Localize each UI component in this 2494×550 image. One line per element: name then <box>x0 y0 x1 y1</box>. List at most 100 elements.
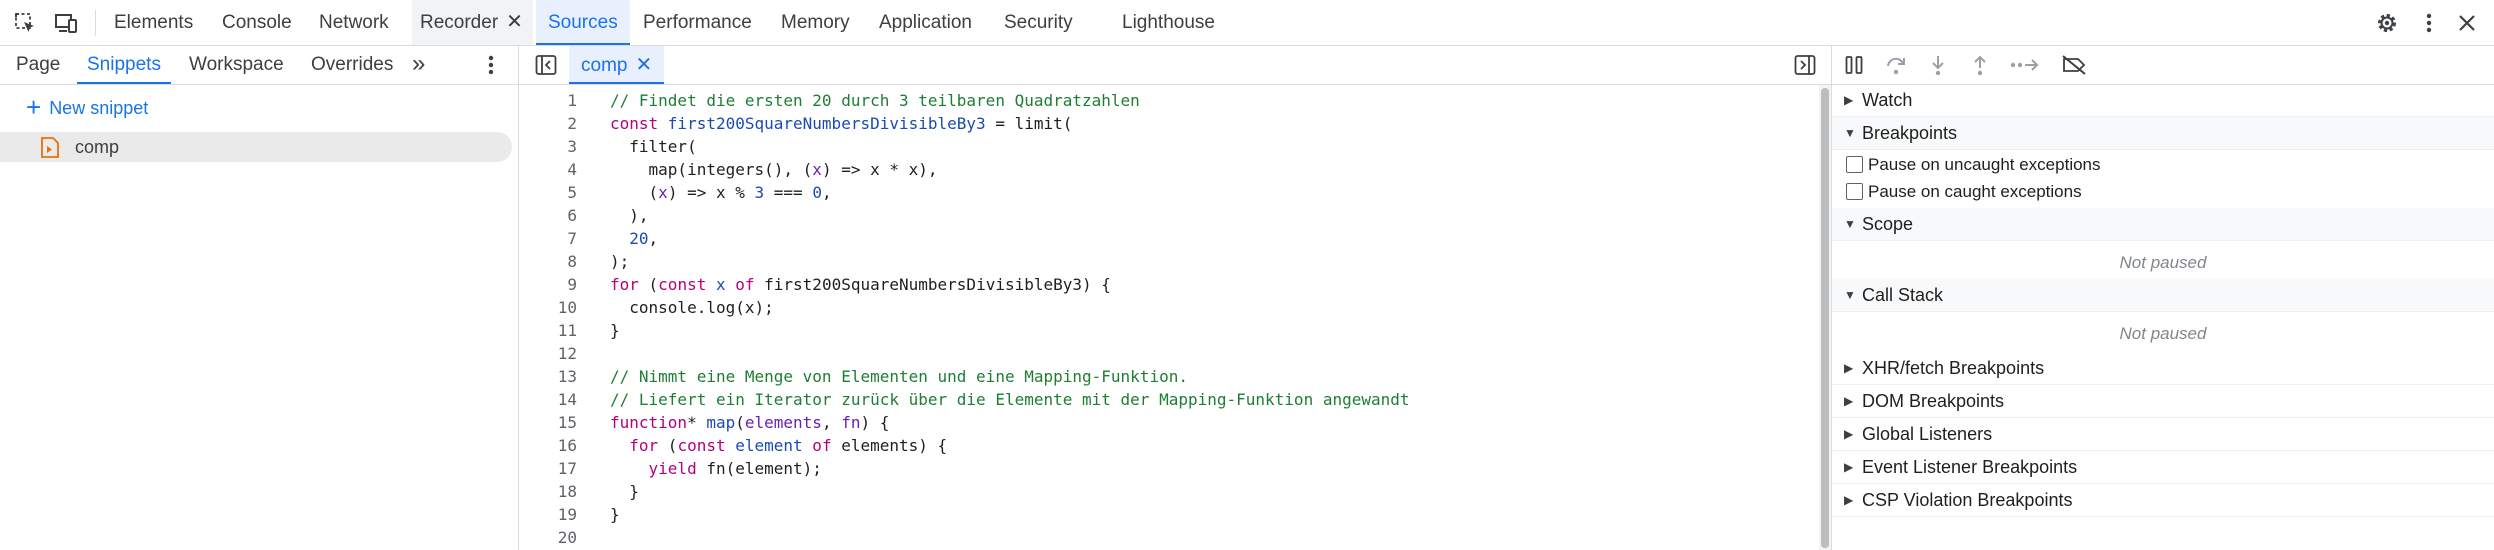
section-xhr-breakpoints[interactable]: ▶ XHR/fetch Breakpoints <box>1832 352 2494 385</box>
section-event-listener-breakpoints[interactable]: ▶ Event Listener Breakpoints <box>1832 451 2494 484</box>
line-number[interactable]: 13 <box>519 365 577 388</box>
more-options-icon[interactable] <box>2417 11 2441 35</box>
tab-snippets[interactable]: Snippets <box>77 46 171 84</box>
line-source: console.log(x); <box>610 296 774 319</box>
line-number[interactable]: 9 <box>519 273 577 296</box>
code-token: , <box>821 183 832 202</box>
deactivate-breakpoints-icon[interactable] <box>2060 53 2088 77</box>
code-line[interactable]: 2 const first200SquareNumbersDivisibleBy3… <box>519 112 1809 135</box>
tab-security[interactable]: Security <box>1004 0 1073 45</box>
line-number[interactable]: 1 <box>519 89 577 112</box>
pause-caught-checkbox[interactable] <box>1846 183 1863 200</box>
step-over-icon[interactable] <box>1884 53 1908 77</box>
tab-sources[interactable]: Sources <box>536 0 630 45</box>
device-toolbar-icon[interactable] <box>54 11 78 35</box>
pause-uncaught-row[interactable]: Pause on uncaught exceptions <box>1832 152 2494 178</box>
tab-application[interactable]: Application <box>879 0 972 45</box>
section-dom-breakpoints[interactable]: ▶ DOM Breakpoints <box>1832 385 2494 418</box>
devtools-toolbar: Elements Console Network Recorder ✕ Sourc… <box>0 0 2494 46</box>
line-number[interactable]: 19 <box>519 503 577 526</box>
code-line[interactable]: 7 20, <box>519 227 1809 250</box>
code-token: 0 <box>812 183 822 202</box>
line-number[interactable]: 10 <box>519 296 577 319</box>
more-tabs-chevron-icon[interactable]: » <box>412 46 425 84</box>
section-csp-title: CSP Violation Breakpoints <box>1862 490 2073 510</box>
line-number[interactable]: 20 <box>519 526 577 549</box>
line-number[interactable]: 7 <box>519 227 577 250</box>
new-snippet-button[interactable]: + New snippet <box>26 92 148 122</box>
tab-lighthouse[interactable]: Lighthouse <box>1122 0 1215 45</box>
line-number[interactable]: 18 <box>519 480 577 503</box>
code-line[interactable]: 19} <box>519 503 1809 526</box>
code-line[interactable]: 3 filter( <box>519 135 1809 158</box>
navigator-menu-icon[interactable] <box>488 54 494 81</box>
line-number[interactable]: 3 <box>519 135 577 158</box>
code-line[interactable]: 13 // Nimmt eine Menge von Elementen und … <box>519 365 1809 388</box>
line-number[interactable]: 17 <box>519 457 577 480</box>
code-line[interactable]: 14 // Liefert ein Iterator zurück über di… <box>519 388 1809 411</box>
tab-network[interactable]: Network <box>319 0 389 45</box>
code-line[interactable]: 10 console.log(x); <box>519 296 1809 319</box>
close-tab-icon[interactable]: ✕ <box>635 46 652 84</box>
tab-overrides[interactable]: Overrides <box>311 46 393 84</box>
tab-recorder[interactable]: Recorder ✕ <box>412 0 533 45</box>
code-line[interactable]: 16 for (const element of elements) { <box>519 434 1809 457</box>
step-icon[interactable] <box>2010 53 2040 77</box>
code-line[interactable]: 12 <box>519 342 1809 365</box>
tab-workspace[interactable]: Workspace <box>189 46 284 84</box>
code-line[interactable]: 18 } <box>519 480 1809 503</box>
expand-triangle-icon: ▶ <box>1844 493 1854 507</box>
toggle-debugger-icon[interactable] <box>1794 54 1816 81</box>
section-global-listeners[interactable]: ▶ Global Listeners <box>1832 418 2494 451</box>
code-line[interactable]: 1 // Findet die ersten 20 durch 3 teilbar… <box>519 89 1809 112</box>
code-line[interactable]: 17 yield fn(element); <box>519 457 1809 480</box>
pause-uncaught-checkbox[interactable] <box>1846 156 1863 173</box>
line-number[interactable]: 15 <box>519 411 577 434</box>
snippet-item[interactable]: comp <box>0 132 512 162</box>
tab-elements[interactable]: Elements <box>114 0 193 45</box>
tab-console[interactable]: Console <box>222 0 292 45</box>
code-area[interactable]: 1 // Findet die ersten 20 durch 3 teilbar… <box>519 85 1819 550</box>
line-number[interactable]: 6 <box>519 204 577 227</box>
line-number[interactable]: 11 <box>519 319 577 342</box>
line-number[interactable]: 5 <box>519 181 577 204</box>
toggle-navigator-icon[interactable] <box>535 54 557 81</box>
expand-triangle-icon: ▶ <box>1844 361 1854 375</box>
code-line[interactable]: 4 map(integers(), (x) => x * x), <box>519 158 1809 181</box>
section-watch[interactable]: ▶ Watch <box>1832 84 2494 117</box>
section-call-stack[interactable]: ▼ Call Stack <box>1832 279 2494 312</box>
tab-performance[interactable]: Performance <box>643 0 752 45</box>
section-breakpoints[interactable]: ▼ Breakpoints <box>1832 117 2494 150</box>
settings-gear-icon[interactable] <box>2375 11 2399 35</box>
tab-page[interactable]: Page <box>16 46 60 84</box>
close-devtools-icon[interactable] <box>2455 11 2479 35</box>
line-number[interactable]: 4 <box>519 158 577 181</box>
editor-tabs: comp ✕ <box>519 46 1831 85</box>
close-icon[interactable]: ✕ <box>506 0 523 45</box>
line-number[interactable]: 12 <box>519 342 577 365</box>
inspect-element-icon[interactable] <box>13 11 37 35</box>
tab-memory[interactable]: Memory <box>781 0 850 45</box>
line-number[interactable]: 8 <box>519 250 577 273</box>
line-number[interactable]: 2 <box>519 112 577 135</box>
code-line[interactable]: 6 ), <box>519 204 1809 227</box>
code-line[interactable]: 15 function* map(elements, fn) { <box>519 411 1809 434</box>
code-line[interactable]: 5 (x) => x % 3 === 0, <box>519 181 1809 204</box>
code-line[interactable]: 9 for (const x of first200SquareNumbersDi… <box>519 273 1809 296</box>
section-scope[interactable]: ▼ Scope <box>1832 208 2494 241</box>
code-line[interactable]: 11} <box>519 319 1809 342</box>
step-out-icon[interactable] <box>1968 53 1992 77</box>
code-token: x <box>658 183 668 202</box>
section-breakpoints-title: Breakpoints <box>1862 123 1958 143</box>
code-line[interactable]: 20 <box>519 526 1809 549</box>
section-call-stack-title: Call Stack <box>1862 285 1944 305</box>
editor-file-tab[interactable]: comp ✕ <box>569 46 665 84</box>
pause-caught-row[interactable]: Pause on caught exceptions <box>1832 179 2494 205</box>
code-line[interactable]: 8); <box>519 250 1809 273</box>
pause-icon[interactable] <box>1842 53 1866 77</box>
step-into-icon[interactable] <box>1926 53 1950 77</box>
line-number[interactable]: 16 <box>519 434 577 457</box>
section-csp-breakpoints[interactable]: ▶ CSP Violation Breakpoints <box>1832 484 2494 517</box>
line-number[interactable]: 14 <box>519 388 577 411</box>
editor-scroll-thumb[interactable] <box>1821 88 1829 548</box>
